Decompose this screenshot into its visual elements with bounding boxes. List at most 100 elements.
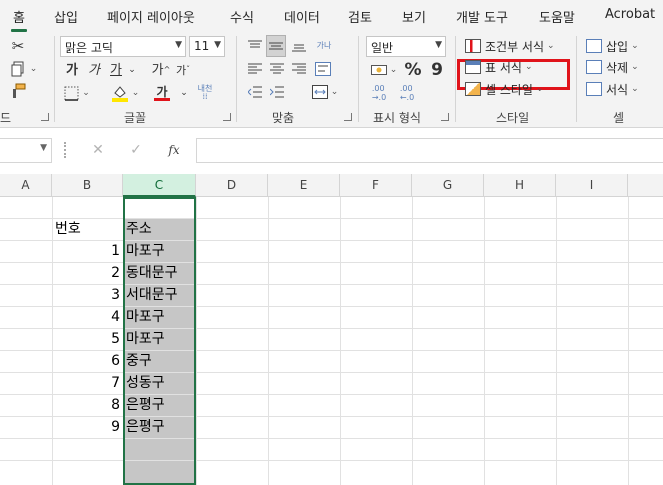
column-header-c[interactable]: C (123, 174, 196, 197)
formula-input[interactable] (196, 138, 663, 163)
align-top-icon[interactable] (246, 38, 264, 54)
merge-center-button[interactable]: ⌄ (310, 84, 340, 100)
align-bottom-icon[interactable] (290, 38, 308, 54)
wrap-glyph: 가나 (316, 41, 332, 50)
tab-data[interactable]: 데이터 (284, 7, 320, 26)
insert-cells-label: 삽입 (606, 39, 629, 54)
font-group-label: 글꼴 (124, 111, 147, 125)
format-painter-icon[interactable] (8, 82, 28, 100)
decrease-indent-icon[interactable] (246, 84, 264, 100)
cell-number[interactable]: 9 (52, 416, 123, 438)
enter-icon[interactable]: ✓ (128, 142, 144, 158)
cell-number[interactable]: 6 (52, 350, 123, 372)
styles-group-label: 스타일 (496, 111, 530, 125)
font-color-dropdown-icon[interactable]: ⌄ (178, 86, 190, 100)
cell-number[interactable]: 2 (52, 262, 123, 284)
grow-font-button[interactable]: 가 ^ (152, 62, 171, 78)
align-center-icon[interactable] (268, 61, 286, 77)
cell-number[interactable]: 3 (52, 284, 123, 306)
column-header-h[interactable]: H (484, 174, 556, 197)
cell-b2[interactable]: 번호 (55, 218, 81, 240)
bold-button[interactable]: 가 (64, 62, 80, 78)
increase-decimal-button[interactable]: .00 →.0 (368, 84, 390, 104)
cell-number[interactable]: 5 (52, 328, 123, 350)
clipboard-launcher-icon[interactable] (41, 113, 49, 121)
font-size-value: 11 (194, 39, 210, 53)
tab-home[interactable]: 홈 (11, 7, 27, 32)
comma-style-button[interactable]: 9 (428, 60, 446, 80)
cell-number[interactable]: 8 (52, 394, 123, 416)
format-as-table-button[interactable]: 표 서식 ⌄ (465, 57, 532, 77)
cut-icon[interactable]: ✂ (8, 37, 28, 55)
font-name-combo[interactable]: 맑은 고딕 ▼ (60, 36, 186, 57)
column-header-d[interactable]: D (196, 174, 268, 197)
tab-developer[interactable]: 개발 도구 (456, 7, 508, 26)
conditional-format-icon (465, 39, 481, 53)
column-header-i[interactable]: I (556, 174, 628, 197)
format-cells-label: 서식 (606, 82, 629, 97)
alignment-launcher-icon[interactable] (344, 113, 352, 121)
column-header-b[interactable]: B (52, 174, 123, 197)
cell-styles-button[interactable]: 셀 스타일 ⌄ (465, 79, 544, 99)
splitter-handle[interactable] (64, 142, 66, 158)
format-as-table-label: 표 서식 (485, 60, 522, 75)
column-header-g[interactable]: G (412, 174, 484, 197)
name-box[interactable]: ▼ (0, 138, 52, 163)
tab-review[interactable]: 검토 (348, 7, 372, 26)
italic-button[interactable]: 가 (86, 62, 102, 78)
cell-number[interactable]: 4 (52, 306, 123, 328)
font-name-value: 맑은 고딕 (65, 41, 113, 55)
tab-view[interactable]: 보기 (402, 7, 426, 26)
fill-color-button[interactable]: ⌄ (109, 82, 141, 104)
cells-group-label: 셀 (613, 111, 625, 125)
delete-cells-button[interactable]: 삭제 ⌄ (586, 57, 639, 77)
shrink-font-button[interactable]: 가ˇ (174, 62, 192, 78)
format-cells-icon (586, 82, 602, 96)
column-header-e[interactable]: E (268, 174, 340, 197)
copy-icon[interactable]: ⌄ (8, 60, 40, 78)
cell-number[interactable]: 1 (52, 240, 123, 262)
align-middle-icon[interactable] (266, 35, 286, 57)
conditional-format-button[interactable]: 조건부 서식 ⌄ (465, 36, 555, 56)
column-selection-border (123, 197, 196, 485)
font-launcher-icon[interactable] (223, 113, 231, 121)
tab-help[interactable]: 도움말 (539, 7, 575, 26)
font-color-button[interactable]: 가 (145, 82, 179, 104)
align-right-icon[interactable] (290, 61, 308, 77)
divider (358, 36, 359, 122)
borders-button[interactable]: ⌄ (62, 84, 92, 102)
cancel-icon[interactable]: ✕ (90, 142, 106, 158)
phonetic-guide-button[interactable]: 내천 ⁞⁞ (192, 82, 218, 104)
number-format-value: 일반 (371, 41, 394, 55)
underline-button[interactable]: 가 (108, 62, 124, 78)
ribbon-tab-bar: 홈 삽입 페이지 레이아웃 수식 데이터 검토 보기 개발 도구 도움말 Acr… (0, 0, 663, 32)
align-left-icon[interactable] (246, 61, 264, 77)
percent-style-button[interactable]: % (404, 60, 422, 80)
column-header-a[interactable]: A (0, 174, 52, 197)
tab-page-layout[interactable]: 페이지 레이아웃 (107, 7, 195, 26)
tab-insert[interactable]: 삽입 (54, 7, 78, 26)
number-launcher-icon[interactable] (441, 113, 449, 121)
insert-cells-icon (586, 39, 602, 53)
insert-function-icon[interactable]: fx (166, 142, 182, 158)
orientation-button[interactable]: 가나 (314, 35, 334, 57)
font-size-combo[interactable]: 11 ▼ (189, 36, 225, 57)
name-box-dropdown-icon[interactable]: ▼ (40, 143, 47, 153)
increase-indent-icon[interactable] (268, 84, 286, 100)
worksheet-grid[interactable]: 번호 주소 1 마포구 2 동대문구 3 서대문구 4 마포구 5 마포구 6 … (0, 197, 663, 485)
cell-number[interactable]: 7 (52, 372, 123, 394)
underline-dropdown-icon[interactable]: ⌄ (126, 62, 138, 78)
column-header-f[interactable]: F (340, 174, 412, 197)
accounting-format-button[interactable]: ⌄ (368, 61, 400, 79)
insert-cells-button[interactable]: 삽입 ⌄ (586, 36, 639, 56)
decrease-decimal-button[interactable]: .00 ←.0 (396, 84, 418, 104)
wrap-text-icon[interactable] (314, 61, 332, 77)
gridline (0, 460, 663, 461)
tab-formulas[interactable]: 수식 (230, 7, 254, 26)
number-format-combo[interactable]: 일반 ▼ (366, 36, 446, 57)
format-cells-button[interactable]: 서식 ⌄ (586, 79, 639, 99)
clipboard-group-label: 드 (0, 111, 12, 125)
formula-bar: ▼ ✕ ✓ fx (0, 135, 663, 166)
column-header-row: A B C D E F G H I (0, 174, 663, 197)
tab-acrobat[interactable]: Acrobat (605, 7, 655, 22)
